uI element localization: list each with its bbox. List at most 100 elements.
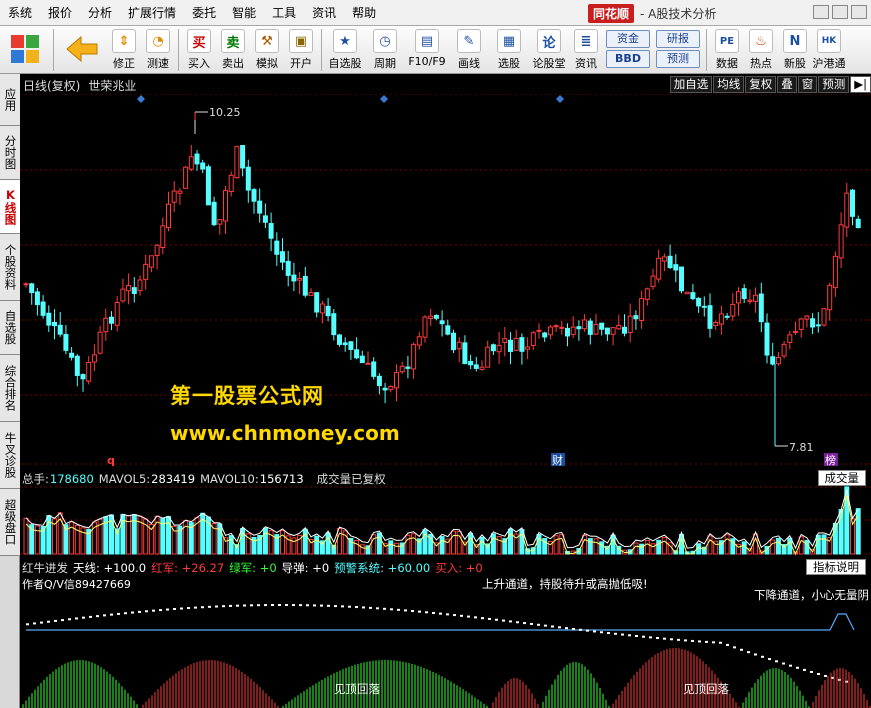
- channel-dot: [439, 612, 442, 615]
- toolbar-watchlist-button[interactable]: ★ 自选股: [326, 29, 364, 71]
- channel-dot: [103, 614, 106, 617]
- menu-smart[interactable]: 智能: [224, 0, 264, 26]
- volume-bar: [644, 540, 650, 555]
- volume-bar: [354, 539, 360, 555]
- channel-dot: [117, 612, 120, 615]
- channel-dot: [250, 604, 253, 607]
- tab-ranking[interactable]: 综合排名: [0, 355, 20, 422]
- candle-body: [724, 315, 730, 318]
- total-volume-value: 178680: [49, 471, 94, 486]
- hot-icon: ♨: [749, 29, 773, 53]
- minimize-button[interactable]: [813, 5, 829, 19]
- candle-body: [644, 288, 650, 300]
- candle-body: [439, 320, 445, 325]
- adjust-button[interactable]: 复权: [745, 76, 777, 93]
- toolbar-fix-button[interactable]: ⇕ 修正: [108, 29, 140, 71]
- indicator-help-button[interactable]: 指标说明: [806, 559, 866, 575]
- toolbar-f10-button[interactable]: ▤ F10/F9: [406, 29, 448, 68]
- window-button[interactable]: 窗: [797, 76, 818, 93]
- channel-dot: [768, 658, 771, 661]
- candle-body: [827, 284, 833, 311]
- candle-body: [57, 324, 63, 335]
- back-button[interactable]: [59, 29, 105, 69]
- menu-help[interactable]: 帮助: [344, 0, 384, 26]
- channel-dot: [474, 616, 477, 619]
- toolbar-open-account-button[interactable]: ▣ 开户: [285, 29, 317, 71]
- channel-dot: [26, 623, 29, 626]
- tab-watchlist[interactable]: 自选股: [0, 301, 20, 355]
- tab-level2-book[interactable]: 超级盘口: [0, 489, 20, 556]
- overlay-button[interactable]: 叠: [777, 76, 797, 93]
- menu-quote[interactable]: 报价: [40, 0, 80, 26]
- menu-extended-market[interactable]: 扩展行情: [120, 0, 184, 26]
- sell-icon: 卖: [221, 29, 245, 53]
- menu-news[interactable]: 资讯: [304, 0, 344, 26]
- candle-body: [696, 297, 702, 307]
- candle-body: [245, 166, 251, 191]
- research-report-button[interactable]: 研报: [656, 30, 700, 48]
- forecast-button[interactable]: 预测: [656, 50, 700, 68]
- channel-dot: [145, 610, 148, 613]
- toolbar-buy-button[interactable]: 买 买入: [183, 29, 215, 71]
- menu-trade[interactable]: 委托: [184, 0, 224, 26]
- toolbar-sell-button[interactable]: 卖 卖出: [217, 29, 249, 71]
- menu-analysis[interactable]: 分析: [80, 0, 120, 26]
- toolbar-data-button[interactable]: PE 数据: [711, 29, 743, 71]
- q-marker[interactable]: q: [107, 454, 115, 467]
- lock-icon: ▣: [289, 29, 313, 53]
- candle-body: [656, 257, 662, 280]
- chart-area[interactable]: 10.25 7.81 q 财 榜: [20, 94, 871, 708]
- bbd-button[interactable]: BBD: [606, 50, 650, 68]
- moving-average-button[interactable]: 均线: [713, 76, 745, 93]
- panel-toggle-icon[interactable]: ▶|: [850, 76, 871, 93]
- toolbar-new-stock-button[interactable]: N 新股: [779, 29, 811, 71]
- toolbar-draw-button[interactable]: ✎ 画线: [450, 29, 488, 71]
- close-button[interactable]: [851, 5, 867, 19]
- tab-apps[interactable]: 应用: [0, 74, 20, 126]
- tab-diagnosis[interactable]: 牛叉诊股: [0, 422, 20, 489]
- candle-body: [832, 255, 838, 289]
- fund-flow-button[interactable]: 资金: [606, 30, 650, 48]
- kline-period-title[interactable]: 日线(复权): [23, 77, 80, 94]
- diamond-markers: [137, 95, 564, 103]
- volume-adjusted-note: 成交量已复权: [316, 471, 386, 486]
- channel-dot: [502, 619, 505, 622]
- volume-indicator-button[interactable]: 成交量: [817, 470, 866, 486]
- maximize-button[interactable]: [832, 5, 848, 19]
- candle-body: [388, 386, 394, 390]
- finance-marker[interactable]: 财: [552, 453, 563, 467]
- tab-intraday[interactable]: 分时图: [0, 126, 20, 180]
- home-button[interactable]: [2, 29, 48, 69]
- volume-bar: [724, 534, 730, 555]
- toolbar-hotspot-button[interactable]: ♨ 热点: [745, 29, 777, 71]
- toolbar-stock-screen-button[interactable]: ▦ 选股: [490, 29, 528, 71]
- channel-dot: [61, 619, 64, 622]
- menu-tools[interactable]: 工具: [264, 0, 304, 26]
- candle-body: [399, 365, 405, 373]
- channel-dot: [257, 604, 260, 607]
- add-watchlist-button[interactable]: 加自选: [669, 76, 713, 93]
- toolbar-speedtest-button[interactable]: ◔ 测速: [142, 29, 174, 71]
- candle-body: [240, 145, 246, 169]
- toolbar-simulate-button[interactable]: ⚒ 模拟: [251, 29, 283, 71]
- candle-body: [673, 264, 679, 271]
- candle-body: [462, 342, 468, 365]
- rank-marker[interactable]: 榜: [825, 453, 836, 467]
- candle-body: [342, 342, 348, 346]
- toolbar-period-button[interactable]: ◷ 周期: [366, 29, 404, 71]
- volume-bar: [599, 541, 605, 555]
- channel-dot: [229, 604, 232, 607]
- candle-body: [730, 303, 736, 317]
- toolbar-news-button[interactable]: ≣ 资讯: [570, 29, 602, 71]
- volume-bar: [468, 532, 474, 555]
- candle-body: [359, 355, 365, 364]
- predict-button[interactable]: 预测: [818, 76, 850, 93]
- toolbar-forum-button[interactable]: 论 论股堂: [530, 29, 568, 71]
- candle-body: [394, 372, 399, 389]
- tab-stock-profile[interactable]: 个股资料: [0, 234, 20, 301]
- candle-body: [576, 326, 582, 330]
- toolbar-hk-connect-button[interactable]: HK 沪港通: [813, 29, 846, 71]
- candle-body: [411, 343, 417, 370]
- menu-system[interactable]: 系统: [0, 0, 40, 26]
- tab-kline[interactable]: K线图: [0, 180, 20, 234]
